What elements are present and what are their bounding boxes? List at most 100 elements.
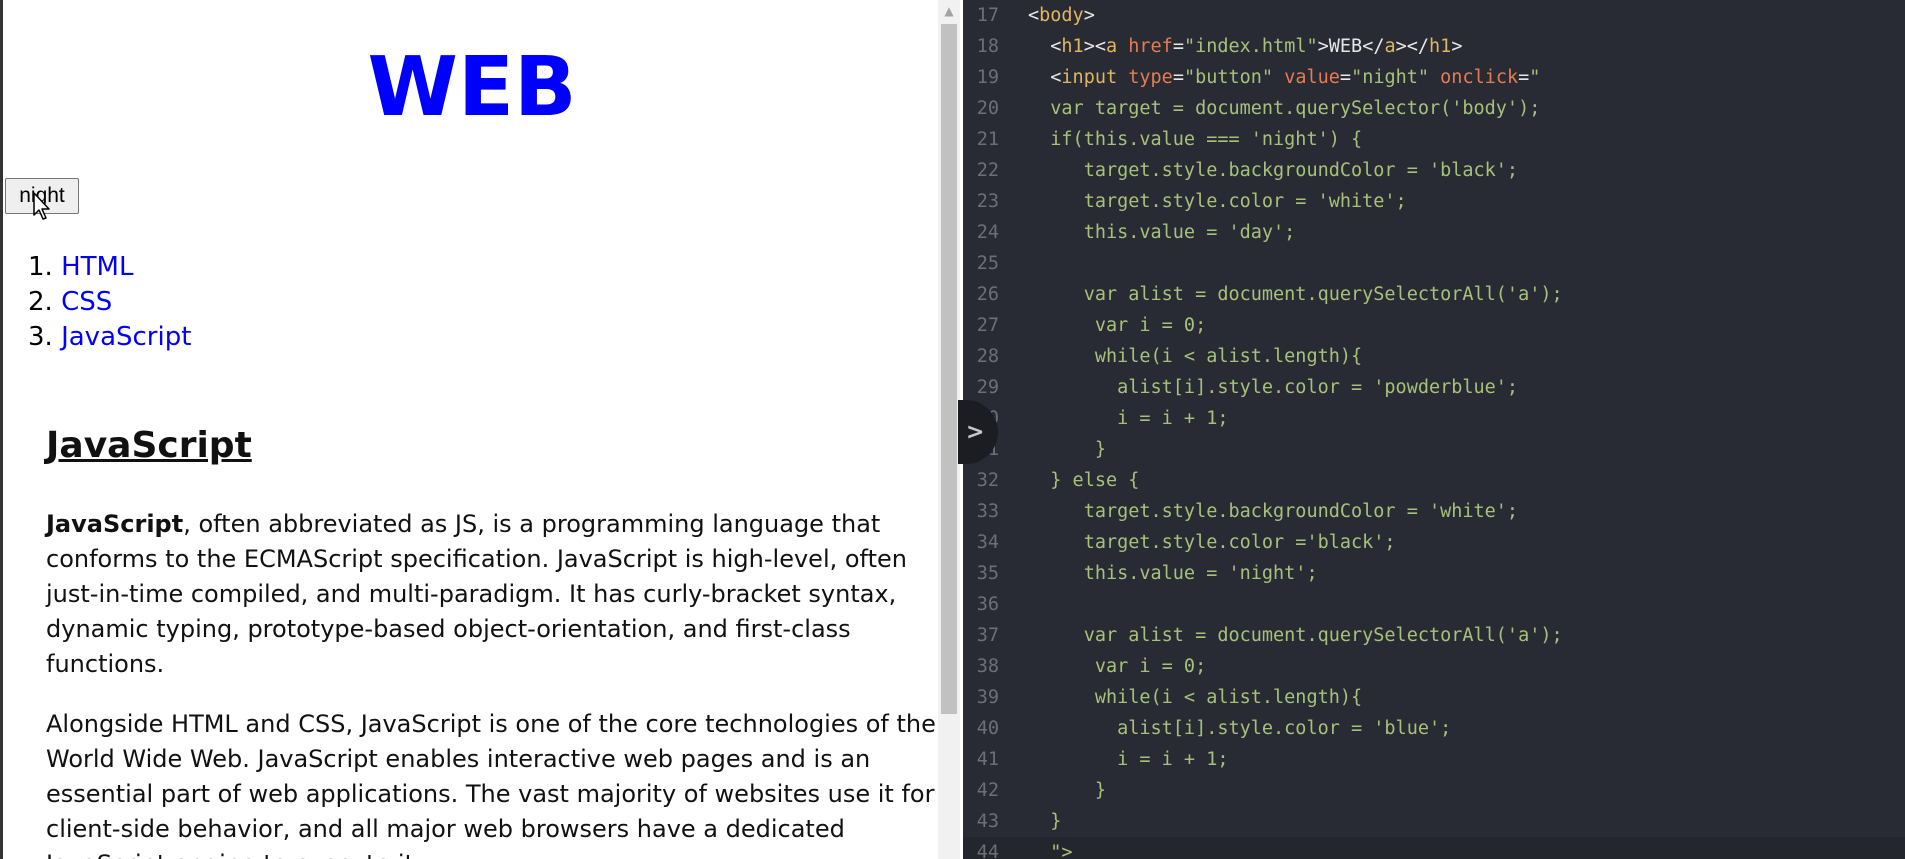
line-number: 35 — [976, 563, 999, 584]
nav-link-css[interactable]: CSS — [61, 287, 112, 317]
code-text: this.value = 'day'; — [1028, 222, 1296, 243]
article-title: JavaScript — [46, 425, 252, 466]
code-line[interactable]: 18 <h1><a href="index.html">WEB</a></h1> — [963, 31, 1905, 62]
nav-list: 1. HTML 2. CSS 3. JavaScript — [28, 250, 191, 355]
line-number: 18 — [976, 36, 999, 57]
code-line[interactable]: 36 — [963, 589, 1905, 620]
nav-link-javascript[interactable]: JavaScript — [61, 322, 191, 352]
code-text: var target = document.querySelector('bod… — [1028, 98, 1541, 119]
code-line[interactable]: 34 target.style.color ='black'; — [963, 527, 1905, 558]
article-paragraph-2: Alongside HTML and CSS, JavaScript is on… — [46, 710, 936, 859]
code-line[interactable]: 31 } — [963, 434, 1905, 465]
code-line[interactable]: 43 } — [963, 806, 1905, 837]
code-line[interactable]: 17 <body> — [963, 0, 1905, 31]
article-paragraph-1: JavaScript, often abbreviated as JS, is … — [46, 507, 938, 682]
nav-number: 1. — [28, 252, 53, 282]
code-line[interactable]: 35 this.value = 'night'; — [963, 558, 1905, 589]
code-line[interactable]: 26 var alist = document.querySelectorAll… — [963, 279, 1905, 310]
line-number: 29 — [976, 377, 999, 398]
line-number: 23 — [976, 191, 999, 212]
para1-bold: JavaScript — [46, 510, 184, 538]
code-line[interactable]: 39 while(i < alist.length){ — [963, 682, 1905, 713]
code-text: <input type="button" value="night" oncli… — [1050, 67, 1541, 88]
code-line[interactable]: 24 this.value = 'day'; — [963, 217, 1905, 248]
code-text: alist[i].style.color = 'blue'; — [1028, 718, 1452, 739]
code-line[interactable]: 30 i = i + 1; — [963, 403, 1905, 434]
code-text: "> — [1050, 842, 1073, 859]
code-line[interactable]: 33 target.style.backgroundColor = 'white… — [963, 496, 1905, 527]
code-line[interactable]: 19 <input type="button" value="night" on… — [963, 62, 1905, 93]
line-number: 26 — [976, 284, 999, 305]
code-line[interactable]: 25 — [963, 248, 1905, 279]
browser-preview: WEB night 1. HTML 2. CSS 3. JavaScript J… — [0, 0, 938, 859]
code-line[interactable]: 23 target.style.color = 'white'; — [963, 186, 1905, 217]
code-text: while(i < alist.length){ — [1028, 346, 1363, 367]
code-line[interactable]: 22 target.style.backgroundColor = 'black… — [963, 155, 1905, 186]
code-text: } — [1028, 439, 1106, 460]
code-line[interactable]: 27 var i = 0; — [963, 310, 1905, 341]
page-heading: WEB — [3, 38, 938, 138]
code-line[interactable]: 29 alist[i].style.color = 'powderblue'; — [963, 372, 1905, 403]
line-number: 32 — [976, 470, 999, 491]
code-text: target.style.color = 'white'; — [1028, 191, 1407, 212]
code-line[interactable]: 37 var alist = document.querySelectorAll… — [963, 620, 1905, 651]
line-number: 39 — [976, 687, 999, 708]
mouse-pointer-icon — [33, 192, 50, 220]
nav-number: 3. — [28, 322, 53, 352]
code-line[interactable]: 44 "> — [963, 837, 1905, 859]
line-number: 43 — [976, 811, 999, 832]
code-text: i = i + 1; — [1028, 408, 1229, 429]
line-number: 38 — [976, 656, 999, 677]
code-line[interactable]: 21 if(this.value === 'night') { — [963, 124, 1905, 155]
code-text: var i = 0; — [1028, 315, 1207, 336]
line-number: 22 — [976, 160, 999, 181]
line-number: 28 — [976, 346, 999, 367]
code-text: i = i + 1; — [1028, 749, 1229, 770]
code-line[interactable]: 42 } — [963, 775, 1905, 806]
code-text: var alist = document.querySelectorAll('a… — [1028, 625, 1563, 646]
line-number: 25 — [976, 253, 999, 274]
code-text: this.value = 'night'; — [1028, 563, 1318, 584]
code-line[interactable]: 40 alist[i].style.color = 'blue'; — [963, 713, 1905, 744]
code-text: } — [1028, 780, 1106, 801]
code-text: while(i < alist.length){ — [1028, 687, 1363, 708]
line-number: 40 — [976, 718, 999, 739]
line-number: 24 — [976, 222, 999, 243]
line-number: 41 — [976, 749, 999, 770]
code-text: if(this.value === 'night') { — [1028, 129, 1363, 150]
scrollbar-thumb[interactable] — [941, 24, 957, 714]
code-text: target.style.color ='black'; — [1028, 532, 1396, 553]
browser-scrollbar[interactable]: ▲ — [938, 0, 960, 859]
code-editor[interactable]: 17 <body> 18 <h1><a href="index.html">WEB<… — [963, 0, 1905, 859]
code-text: var alist = document.querySelectorAll('a… — [1028, 284, 1563, 305]
line-number: 19 — [976, 67, 999, 88]
line-number: 20 — [976, 98, 999, 119]
code-text: target.style.backgroundColor = 'black'; — [1028, 160, 1519, 181]
line-number: 36 — [976, 594, 999, 615]
line-number: 27 — [976, 315, 999, 336]
line-number: 37 — [976, 625, 999, 646]
code-text: alist[i].style.color = 'powderblue'; — [1028, 377, 1519, 398]
nav-link-html[interactable]: HTML — [61, 252, 133, 282]
line-number: 42 — [976, 780, 999, 801]
code-line[interactable]: 41 i = i + 1; — [963, 744, 1905, 775]
code-text: target.style.backgroundColor = 'white'; — [1028, 501, 1519, 522]
code-line[interactable]: 20 var target = document.querySelector('… — [963, 93, 1905, 124]
line-number: 34 — [976, 532, 999, 553]
code-text: } — [1028, 811, 1062, 832]
code-text: <h1><a href="index.html">WEB</a></h1> — [1050, 36, 1463, 57]
nav-item-css: 2. CSS — [28, 285, 191, 320]
home-link[interactable]: WEB — [368, 40, 577, 135]
chevron-right-icon: > — [966, 420, 985, 445]
nav-item-javascript: 3. JavaScript — [28, 320, 191, 355]
code-line[interactable]: 38 var i = 0; — [963, 651, 1905, 682]
code-line[interactable]: 32 } else { — [963, 465, 1905, 496]
line-number: 33 — [976, 501, 999, 522]
code-text: <body> — [1028, 5, 1095, 26]
nav-number: 2. — [28, 287, 53, 317]
line-number: 17 — [976, 5, 999, 26]
scroll-up-icon[interactable]: ▲ — [938, 0, 960, 22]
nav-item-html: 1. HTML — [28, 250, 191, 285]
line-number: 44 — [976, 842, 999, 859]
code-line[interactable]: 28 while(i < alist.length){ — [963, 341, 1905, 372]
